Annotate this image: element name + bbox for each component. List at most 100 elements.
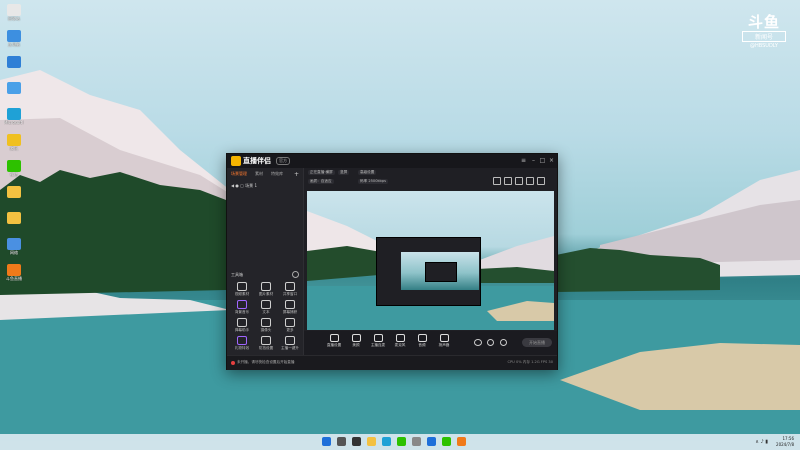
taskbar-settings-icon[interactable] [412,437,421,446]
refresh-icon[interactable] [500,339,507,346]
desktop-icon-recycle-bin[interactable]: 回收站 [4,4,24,26]
desktop-icon-folder-1[interactable] [4,186,24,208]
start-live-button[interactable]: 开始直播 [522,338,552,347]
tool-screen-share[interactable]: 共享窗口 [279,282,301,298]
maximize-button[interactable]: □ [539,157,546,164]
bottom-pk-button[interactable]: 主播连麦 [368,334,388,348]
record-icon[interactable] [493,177,501,185]
tool-upgrade[interactable]: 主播一键升 [279,336,301,352]
tool-camera[interactable]: 摄像头 [255,318,277,334]
app-logo-icon [231,156,241,166]
taskbar-qq-icon[interactable] [427,437,436,446]
shield-icon [261,336,271,345]
desktop-icon-control-panel[interactable] [4,56,24,78]
titlebar[interactable]: 直播伴侣 官方 ≡ – □ × [227,154,557,168]
tool-shield[interactable]: 防挡设置 [255,336,277,352]
taskbar-xbox-icon[interactable] [397,437,406,446]
taskbar-task-view-icon[interactable] [352,437,361,446]
tab-scene[interactable]: 场景管理 [231,171,247,177]
desktop-icon-label: 微信 [10,172,18,177]
tool-gift[interactable]: 礼物特效 [231,336,253,352]
stream-mode-tag[interactable]: 正在直播·横屏 [308,170,335,175]
folder-1-icon [7,186,21,198]
effects-icon [237,318,247,327]
bottom-speaker-button[interactable]: 音频 [412,334,432,348]
quality-tag[interactable]: 画质：自适应 [308,179,334,184]
scene-label: 场景 1 [245,183,257,188]
bottom-item-label: 美颜 [352,343,360,347]
taskbar-edge-task-icon[interactable] [382,437,391,446]
desktop-icon-wechat[interactable]: 微信 [4,160,24,182]
tool-label: 主播一键升 [281,346,299,350]
add-scene-button[interactable]: + [294,171,299,178]
desktop-icon-tencent-app[interactable]: 腾讯 [4,134,24,156]
watermark-logo: 斗鱼 [747,13,780,31]
mic-icon [395,334,405,342]
wechat-icon [7,160,21,172]
tool-image-source[interactable]: 图片素材 [255,282,277,298]
share-icon[interactable] [537,177,545,185]
performance-stats: CPU 0% 内存 1.2G FPS 30 [507,360,554,364]
tab-effects[interactable]: 特效库 [271,171,283,177]
system-tray[interactable]: ∧ ♪ ▮ [755,439,768,445]
clock[interactable]: 17:56 2024/7/8 [776,436,794,448]
taskbar-app-green-icon[interactable] [442,437,451,446]
desktop-icon-network[interactable]: 网络 [4,238,24,260]
tool-capture[interactable]: 屏幕捕获 [279,300,301,316]
taskbar-douyu-icon[interactable] [457,437,466,446]
minimize-button[interactable]: – [530,157,537,164]
tool-text[interactable]: 文本 [255,300,277,316]
gear-icon[interactable] [487,339,494,346]
bottom-beauty-button[interactable]: 美颜 [346,334,366,348]
beauty-icon [351,334,361,342]
eye-icon[interactable] [474,339,482,346]
desktop-icon-app-blue[interactable] [4,82,24,104]
bottom-live-settings-button[interactable]: 直播设置 [324,334,344,348]
version-badge[interactable]: 官方 [276,157,290,165]
tool-video-source[interactable]: 视频素材 [231,282,253,298]
tools-title: 工具箱 [231,272,243,277]
bell-icon[interactable] [526,177,534,185]
desktop-icon-this-pc[interactable]: 此电脑 [4,30,24,52]
advanced-settings-tag[interactable]: 高级设置 [358,170,377,175]
watermark-id: @HBSUDLY [750,43,778,49]
tool-more[interactable]: 更多 [279,318,301,334]
taskbar-search-icon[interactable] [337,437,346,446]
bottom-volume-button[interactable]: 扬声器 [434,334,454,348]
bottom-toolbar: 直播设置 美颜 主播连麦 麦克风 音频 扬声器 开始直播 [304,331,557,355]
tool-label: 弹幕助手 [234,328,250,332]
taskbar-file-explorer-icon[interactable] [367,437,376,446]
tool-label: 屏幕捕获 [282,310,298,314]
menu-button[interactable]: ≡ [520,157,527,164]
layout-icon[interactable] [515,177,523,185]
bottom-item-label: 麦克风 [394,343,406,347]
volume-icon [439,334,449,342]
status-bar: 未开播，请尽快检查设置后开始直播 CPU 0% 内存 1.2G FPS 30 [227,355,557,370]
bottom-mic-button[interactable]: 麦克风 [390,334,410,348]
info-icon[interactable] [292,271,299,278]
status-text: 未开播，请尽快检查设置后开始直播 [237,360,295,364]
camera-icon [261,318,271,327]
scene-item[interactable]: ◀ ● ▢ 场景 1 [231,183,257,189]
live-streaming-app-window[interactable]: 直播伴侣 官方 ≡ – □ × 场景管理 素材 特效库 + ◀ ● ▢ 场景 1… [226,153,558,370]
live-preview[interactable] [307,191,554,330]
douyu-live-icon [7,264,21,276]
tool-label: 文本 [262,310,270,314]
tab-material[interactable]: 素材 [255,171,263,177]
nested-app-preview [376,237,481,306]
close-button[interactable]: × [548,157,555,164]
vertical-tag[interactable]: 竖屏 [338,170,350,175]
this-pc-icon [7,30,21,42]
watermark-sub: 新闻号 [742,31,786,42]
more-icon [285,318,295,327]
tool-music[interactable]: 背景音乐 [231,300,253,316]
tool-effects[interactable]: 弹幕助手 [231,318,253,334]
desktop-icon-douyu-live[interactable]: 斗鱼直播 [4,264,24,286]
desktop-icon-folder-2[interactable] [4,212,24,234]
lock-icon[interactable] [504,177,512,185]
desktop-icon-edge[interactable]: Microsoft Edge [4,108,24,130]
speaker-icon [417,334,427,342]
taskbar-start-icon[interactable] [322,437,331,446]
control-panel-icon [7,56,21,68]
nested-inner-window [425,262,457,282]
